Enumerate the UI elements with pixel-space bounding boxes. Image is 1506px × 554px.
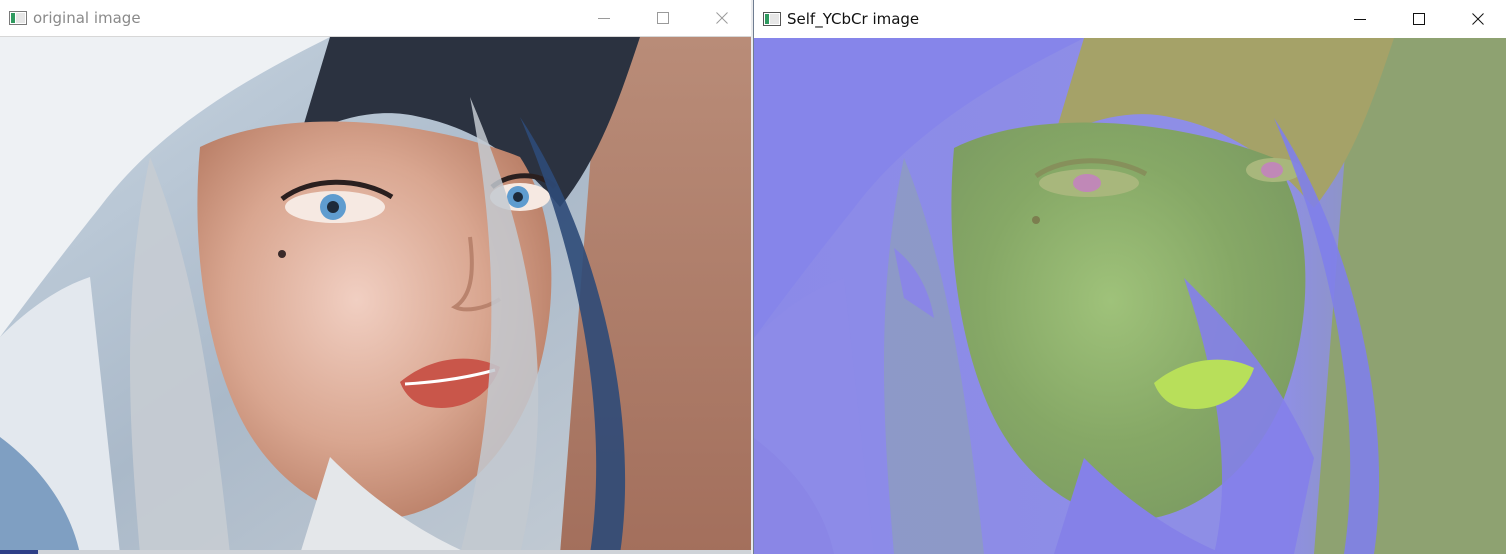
maximize-icon (1412, 13, 1425, 25)
taskbar-strip (0, 550, 751, 554)
taskbar-accent (0, 550, 38, 554)
ycbcr-image-window[interactable]: Self_YCbCr image (753, 0, 1506, 554)
window-title: Self_YCbCr image (787, 10, 920, 28)
ycbcr-portrait-image (754, 38, 1506, 554)
app-window-icon (763, 12, 781, 26)
close-icon (715, 12, 728, 24)
maximize-button[interactable] (633, 0, 692, 36)
original-portrait-image (0, 37, 751, 554)
desktop: original image Self_YCbCr image (0, 0, 1506, 554)
maximize-icon (656, 12, 669, 24)
minimize-button[interactable] (574, 0, 633, 36)
close-icon (1471, 13, 1484, 25)
maximize-button[interactable] (1389, 0, 1448, 38)
app-window-icon (9, 11, 27, 25)
minimize-icon (1353, 19, 1366, 20)
window-controls (574, 0, 751, 36)
window-title: original image (33, 9, 141, 27)
original-image-canvas (0, 37, 751, 554)
minimize-button[interactable] (1330, 0, 1389, 38)
close-button[interactable] (1448, 0, 1506, 38)
window-controls (1330, 0, 1506, 38)
close-button[interactable] (692, 0, 751, 36)
ycbcr-image-titlebar[interactable]: Self_YCbCr image (754, 0, 1506, 38)
minimize-icon (597, 18, 610, 19)
original-image-titlebar[interactable]: original image (0, 0, 751, 37)
ycbcr-image-canvas (754, 38, 1506, 554)
original-image-window[interactable]: original image (0, 0, 751, 554)
